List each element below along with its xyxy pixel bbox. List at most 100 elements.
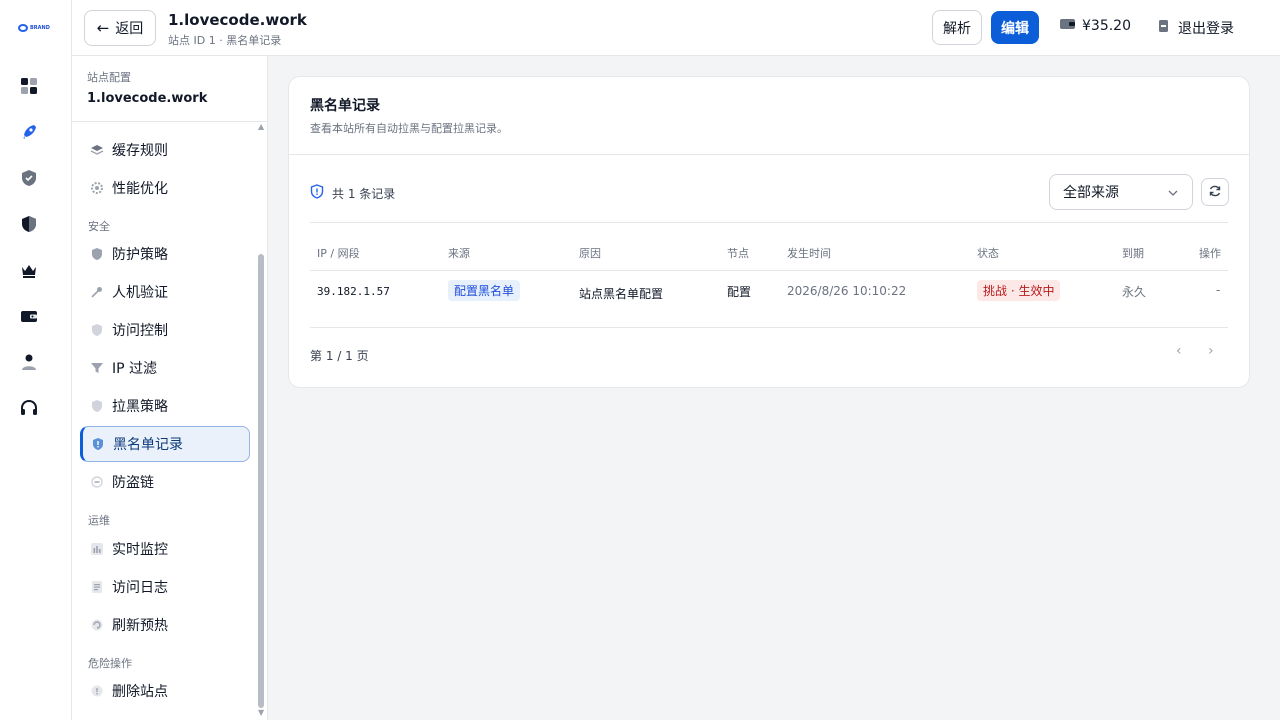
shield-icon <box>90 247 104 261</box>
back-button-label: 返回 <box>115 21 144 37</box>
top-bar: ← 返回 1.lovecode.work 站点 ID 1 · 黑名单记录 解析 … <box>72 0 1280 56</box>
source-filter-value: 全部来源 <box>1063 185 1119 201</box>
dashboard-icon[interactable] <box>19 76 39 96</box>
section-label-danger: 危险操作 <box>88 657 132 670</box>
column-header-source: 来源 <box>448 247 470 260</box>
section-label-ops: 运维 <box>88 514 110 527</box>
balance-amount: ¥35.20 <box>1082 18 1131 34</box>
pagination-info: 第 1 / 1 页 <box>310 349 369 363</box>
bar-chart-icon <box>90 542 104 556</box>
scroll-up-arrow[interactable]: ▲ <box>258 122 264 131</box>
page-title: 1.lovecode.work <box>168 11 307 29</box>
source-filter-select[interactable]: 全部来源 <box>1049 174 1193 210</box>
layers-icon <box>90 143 104 157</box>
refresh-button[interactable] <box>1201 178 1229 206</box>
status-badge: 挑战 · 生效中 <box>977 280 1061 301</box>
sidebar-item-performance[interactable]: 性能优化 <box>80 170 250 206</box>
parse-button[interactable]: 解析 <box>932 10 982 45</box>
sidebar-item-captcha[interactable]: 人机验证 <box>80 274 250 310</box>
scroll-down-arrow[interactable]: ▼ <box>258 708 264 717</box>
sidebar-item-label: 黑名单记录 <box>113 437 183 453</box>
record-count: 共 1 条记录 <box>310 184 395 202</box>
headset-icon[interactable] <box>19 398 39 418</box>
sidebar-item-label: 实时监控 <box>112 542 168 558</box>
record-count-text: 共 1 条记录 <box>332 186 396 201</box>
column-header-node: 节点 <box>727 247 749 260</box>
back-button[interactable]: ← 返回 <box>84 10 156 46</box>
rocket-icon[interactable] <box>19 122 39 142</box>
sidebar-item-monitoring[interactable]: 实时监控 <box>80 531 250 567</box>
balance-display[interactable]: ¥35.20 <box>1060 18 1131 34</box>
cell-ip: 39.182.1.57 <box>317 285 390 298</box>
cell-expiry: 永久 <box>1122 285 1147 299</box>
column-header-reason: 原因 <box>579 247 601 260</box>
sidebar-item-access-logs[interactable]: 访问日志 <box>80 569 250 605</box>
sidebar-item-blacklist-records[interactable]: 黑名单记录 <box>80 426 250 462</box>
logout-label: 退出登录 <box>1178 21 1234 37</box>
cell-action: - <box>1216 283 1221 297</box>
cell-reason: 站点黑名单配置 <box>579 287 664 301</box>
gear-icon <box>90 181 104 195</box>
sidebar-item-label: 访问日志 <box>112 580 168 596</box>
shield-lock-icon <box>90 323 104 337</box>
sidebar-item-label: 性能优化 <box>112 181 168 197</box>
logo-text: BRAND <box>30 25 50 31</box>
card-description: 查看本站所有自动拉黑与配置拉黑记录。 <box>310 122 508 135</box>
column-header-expiry: 到期 <box>1122 247 1144 260</box>
blacklist-records-card: 黑名单记录 查看本站所有自动拉黑与配置拉黑记录。 共 1 条记录 全部来源 IP… <box>288 76 1250 388</box>
sidebar-item-label: 人机验证 <box>112 285 168 301</box>
sidebar-item-cache-rules[interactable]: 缓存规则 <box>80 132 250 168</box>
sidebar-item-access-control[interactable]: 访问控制 <box>80 312 250 348</box>
divider <box>289 154 1249 155</box>
section-label-security: 安全 <box>88 220 110 233</box>
column-header-ip: IP / 网段 <box>317 247 360 260</box>
app-rail: BRAND <box>0 0 72 720</box>
sidebar-item-ip-filter[interactable]: IP 过滤 <box>80 350 250 386</box>
cell-node: 配置 <box>727 285 752 299</box>
shield-alert-icon <box>91 437 105 451</box>
column-header-time: 发生时间 <box>787 247 831 260</box>
chevron-right-icon[interactable]: › <box>1208 343 1214 359</box>
shield-half-icon[interactable] <box>19 214 39 234</box>
wallet-icon[interactable] <box>19 306 39 326</box>
crown-icon[interactable] <box>19 260 39 280</box>
sidebar-item-label: 访问控制 <box>112 323 168 339</box>
link-icon <box>90 475 104 489</box>
sidebar-item-label: 刷新预热 <box>112 618 168 634</box>
user-icon[interactable] <box>19 352 39 372</box>
sidebar-section-label: 站点配置 <box>87 71 131 84</box>
sidebar-item-delete-site[interactable]: 删除站点 <box>80 673 250 709</box>
source-tag: 配置黑名单 <box>448 280 521 301</box>
page-subtitle: 站点 ID 1 · 黑名单记录 <box>168 34 282 47</box>
arrow-left-icon: ← <box>96 18 110 37</box>
card-title: 黑名单记录 <box>310 98 380 114</box>
divider <box>310 270 1228 271</box>
logo[interactable]: BRAND <box>18 22 54 34</box>
shield-alert-icon <box>310 184 324 202</box>
sidebar-scrollbar[interactable] <box>258 254 264 708</box>
chevron-down-icon <box>1168 184 1178 200</box>
chevron-left-icon[interactable]: ‹ <box>1176 343 1182 359</box>
sidebar-item-block-policy[interactable]: 拉黑策略 <box>80 388 250 424</box>
site-config-sidebar: 站点配置 1.lovecode.work ▲ 缓存规则 性能优化 安全 防护策略… <box>72 56 268 720</box>
sidebar-item-refresh-preheat[interactable]: 刷新预热 <box>80 607 250 643</box>
column-header-status: 状态 <box>977 247 999 260</box>
logout-icon <box>1158 19 1172 37</box>
filter-icon <box>90 361 104 375</box>
divider <box>72 121 267 122</box>
refresh-icon <box>90 618 104 632</box>
edit-button[interactable]: 编辑 <box>991 11 1039 44</box>
divider <box>310 222 1228 223</box>
sidebar-item-label: IP 过滤 <box>112 361 158 377</box>
logout-button[interactable]: 退出登录 <box>1158 18 1234 38</box>
sidebar-site-name: 1.lovecode.work <box>87 91 208 106</box>
sidebar-item-label: 防盗链 <box>112 475 154 491</box>
sidebar-item-label: 拉黑策略 <box>112 399 168 415</box>
sidebar-item-label: 删除站点 <box>112 684 168 700</box>
document-icon <box>90 580 104 594</box>
sidebar-item-label: 缓存规则 <box>112 143 168 159</box>
divider <box>310 327 1228 328</box>
sidebar-item-hotlink-protection[interactable]: 防盗链 <box>80 464 250 500</box>
sidebar-item-protection-policy[interactable]: 防护策略 <box>80 236 250 272</box>
shield-check-icon[interactable] <box>19 168 39 188</box>
